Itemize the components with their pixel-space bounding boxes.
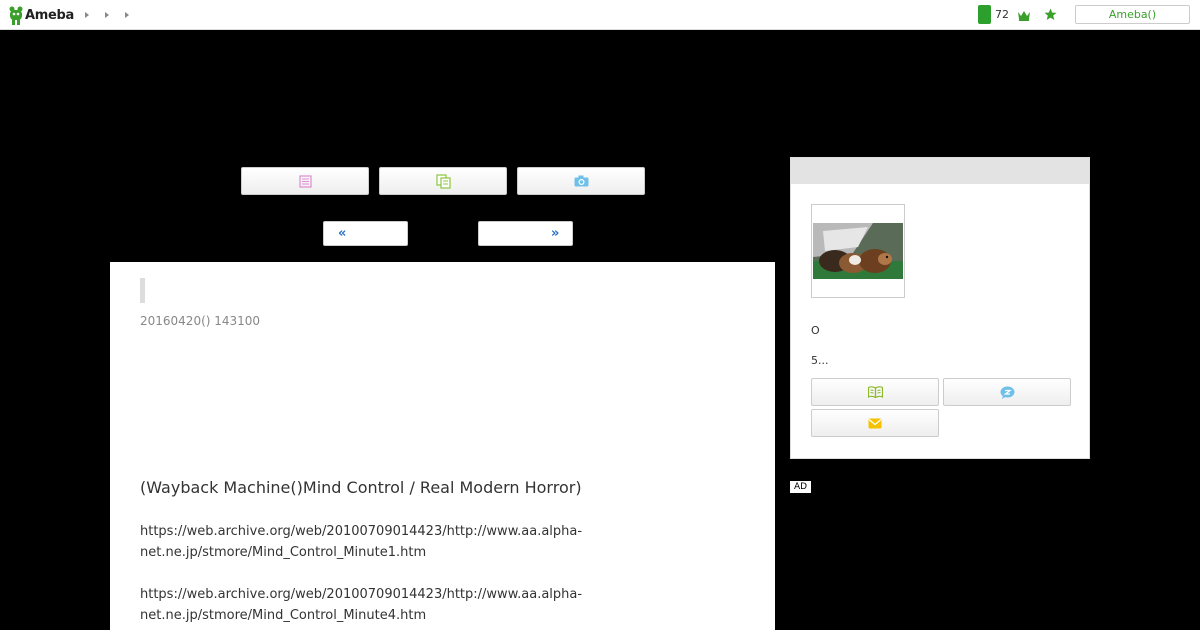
profile-text: 5...: [811, 354, 829, 367]
send-message-button[interactable]: [811, 409, 939, 437]
ameba-logo[interactable]: Ameba: [9, 5, 74, 25]
profile-card: O 5...: [801, 194, 1081, 450]
image-list-button[interactable]: [517, 167, 645, 195]
camera-icon: [574, 175, 588, 187]
previous-entry-button[interactable]: «: [323, 221, 408, 246]
profile-sidebar: O 5...: [790, 157, 1090, 459]
ad-label: AD: [790, 481, 811, 493]
article-link[interactable]: https://web.archive.org/web/201007090144…: [140, 584, 610, 626]
profile-image-frame[interactable]: [811, 204, 905, 298]
article-link[interactable]: https://web.archive.org/web/201007090144…: [140, 521, 610, 563]
article-date: 20160420() 143100: [140, 314, 261, 328]
caret-right-icon[interactable]: [124, 11, 130, 19]
global-header: Ameba 72 Ameba(): [0, 0, 1200, 30]
crown-icon[interactable]: [1017, 9, 1031, 21]
article-heading: (Wayback Machine()Mind Control / Real Mo…: [140, 478, 582, 497]
profile-text: O: [811, 324, 820, 337]
next-entry-button[interactable]: »: [478, 221, 573, 246]
envelope-icon: [868, 418, 882, 428]
article-body: 20160420() 143100 (Wayback Machine()Mind…: [110, 262, 775, 630]
notification-badge[interactable]: [978, 5, 991, 24]
copy-documents-icon: [435, 173, 451, 189]
document-list-icon: [298, 174, 312, 188]
entry-list-button[interactable]: [241, 167, 369, 195]
theme-list-button[interactable]: [379, 167, 507, 195]
open-book-icon: [867, 386, 883, 398]
profile-photo: [813, 223, 903, 279]
caret-right-icon[interactable]: [104, 11, 110, 19]
logo-text: Ameba: [25, 7, 75, 23]
sidebar-header: [791, 158, 1089, 184]
notification-count: 72: [995, 8, 1009, 21]
article-title-accent: [140, 278, 145, 303]
ameba-mascot-icon: [9, 6, 23, 25]
caret-right-icon[interactable]: [84, 11, 90, 19]
ameba-account-button[interactable]: Ameba(): [1075, 5, 1190, 24]
star-icon[interactable]: [1044, 8, 1057, 21]
read-blog-button[interactable]: [811, 378, 939, 406]
follow-button[interactable]: [943, 378, 1071, 406]
speech-bubble-icon: [1000, 386, 1014, 399]
